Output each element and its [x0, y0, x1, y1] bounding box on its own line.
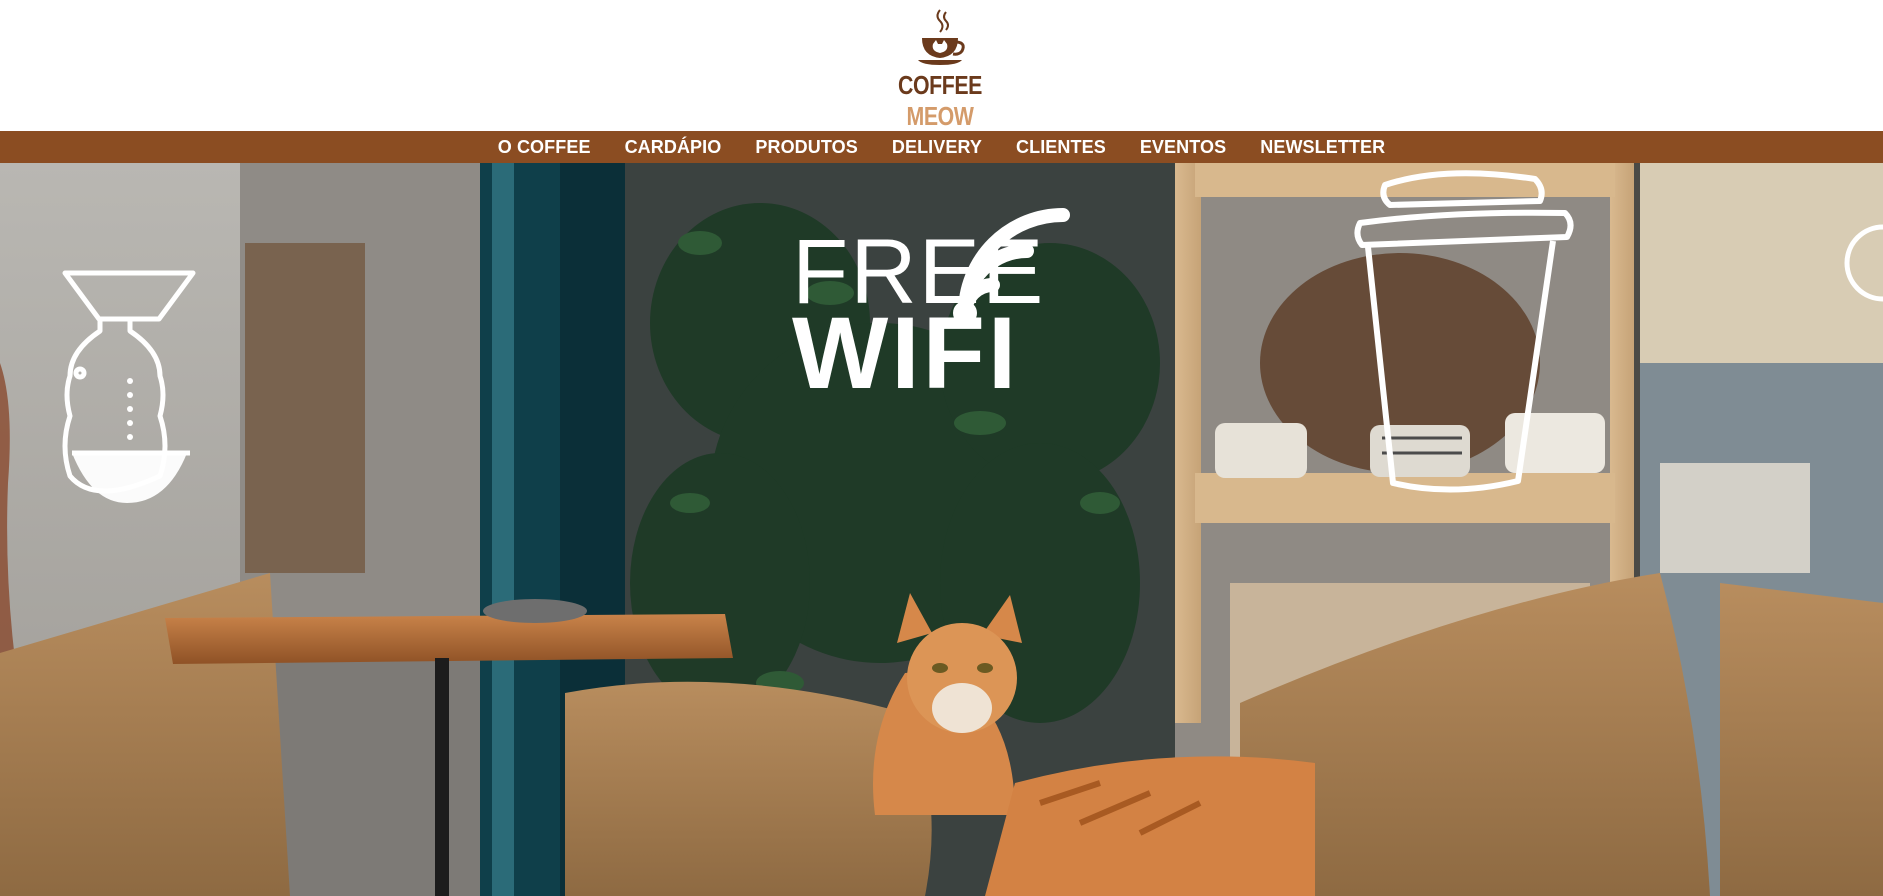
nav-item-newsletter[interactable]: NEWSLETTER — [1243, 131, 1402, 163]
site-header: COFFEE MEOW — [0, 0, 1883, 131]
coffee-cup-with-cat-icon — [918, 9, 965, 65]
brand-logo[interactable]: COFFEE MEOW — [868, 8, 1012, 131]
brand-name-part1: COFFEE — [897, 70, 982, 100]
cafe-window-photo: FREE WIFI — [0, 163, 1883, 896]
hero-image: FREE WIFI — [0, 163, 1883, 896]
brand-wordmark: COFFEE MEOW — [881, 70, 999, 132]
nav-item-delivery[interactable]: DELIVERY — [875, 131, 999, 163]
window-decal-wifi: WIFI — [792, 296, 1019, 410]
nav-item-clientes[interactable]: CLIENTES — [999, 131, 1123, 163]
nav-item-o-coffee[interactable]: O COFFEE — [481, 131, 608, 163]
nav-item-produtos[interactable]: PRODUTOS — [738, 131, 874, 163]
nav-item-cardapio[interactable]: CARDÁPIO — [608, 131, 739, 163]
nav-item-eventos[interactable]: EVENTOS — [1123, 131, 1243, 163]
brand-name-part2: MEOW — [906, 101, 974, 131]
main-nav: O COFFEE CARDÁPIO PRODUTOS DELIVERY CLIE… — [0, 131, 1883, 163]
